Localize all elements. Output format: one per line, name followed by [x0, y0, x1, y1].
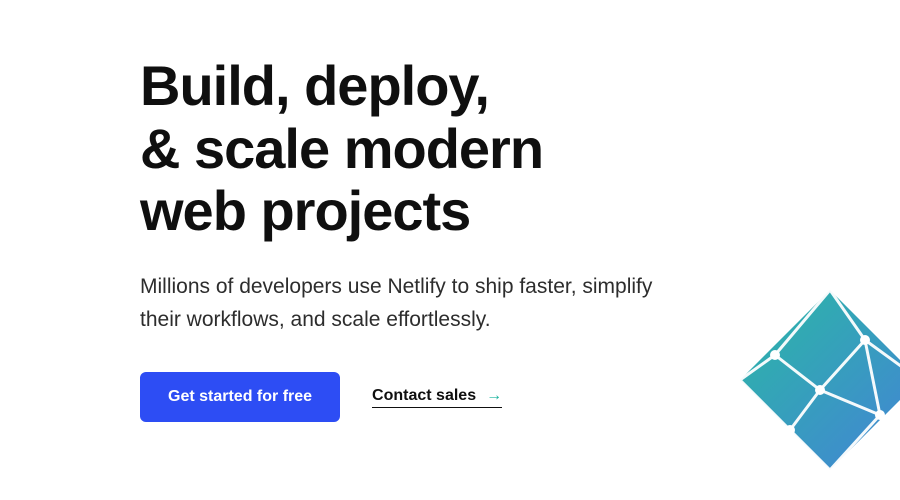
- cta-row: Get started for free Contact sales →: [140, 372, 700, 422]
- headline-line-1: Build, deploy,: [140, 54, 489, 117]
- hero-section: Build, deploy, & scale modern web projec…: [0, 0, 700, 422]
- headline-line-2: & scale modern: [140, 117, 543, 180]
- hero-subhead: Millions of developers use Netlify to sh…: [140, 271, 680, 336]
- headline-line-3: web projects: [140, 179, 470, 242]
- netlify-logo-icon: [730, 280, 900, 480]
- arrow-right-icon: →: [486, 387, 502, 405]
- hero-headline: Build, deploy, & scale modern web projec…: [140, 55, 700, 243]
- contact-sales-label: Contact sales: [372, 387, 476, 405]
- get-started-button[interactable]: Get started for free: [140, 372, 340, 422]
- contact-sales-link[interactable]: Contact sales →: [372, 387, 502, 408]
